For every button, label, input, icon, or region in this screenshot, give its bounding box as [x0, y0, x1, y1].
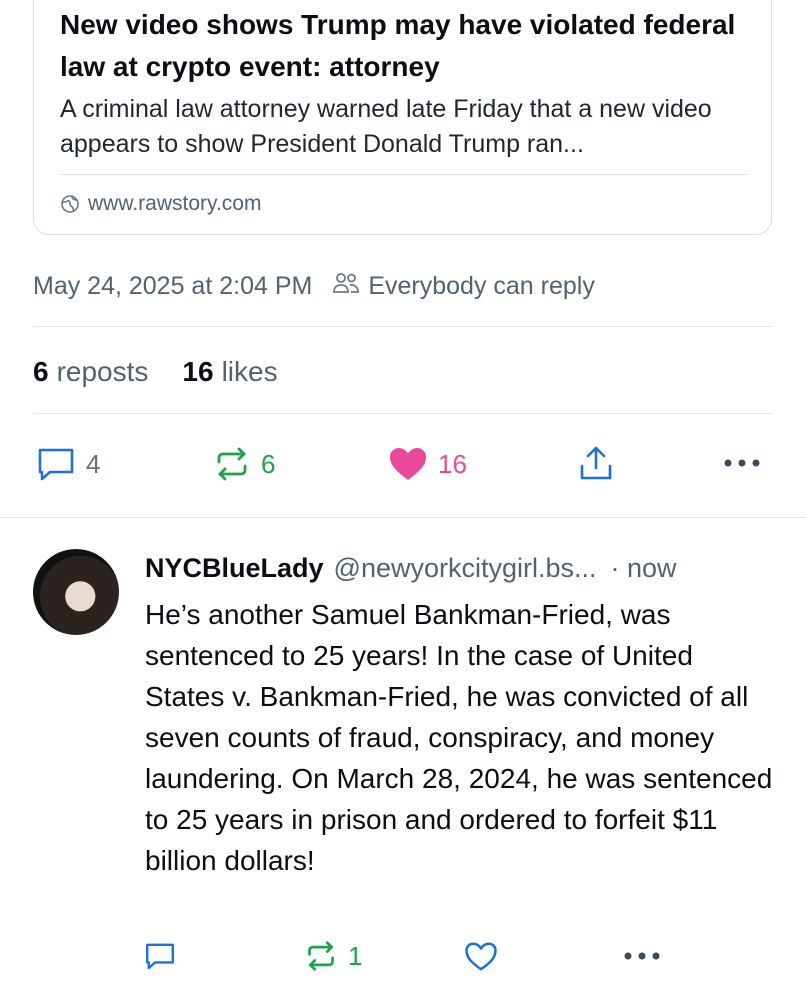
like-count: 16 — [438, 448, 467, 479]
likes-count: 16 — [182, 356, 214, 387]
engagement-counts: 6 reposts 16 likes — [33, 352, 278, 392]
author-handle[interactable]: @newyorkcitygirl.bs... — [334, 553, 597, 584]
reply-setting-label: Everybody can reply — [368, 271, 595, 300]
heart-icon — [388, 446, 428, 482]
repost-arrows-icon — [213, 446, 251, 482]
reply-button[interactable] — [144, 940, 176, 972]
comment-bubble-icon — [36, 446, 76, 482]
link-card-divider — [60, 174, 748, 175]
repost-arrows-icon — [304, 940, 338, 972]
reposts-count: 6 — [33, 356, 49, 387]
reposts-label: reposts — [56, 356, 149, 387]
heart-icon — [464, 941, 498, 972]
ellipsis-icon — [722, 453, 762, 473]
like-button[interactable]: 16 — [388, 446, 467, 482]
comment-bubble-icon — [144, 940, 176, 972]
like-button[interactable] — [464, 941, 498, 972]
avatar[interactable] — [33, 549, 119, 635]
repost-button[interactable]: 1 — [304, 940, 362, 972]
share-upload-icon — [578, 444, 614, 482]
divider — [33, 413, 773, 414]
repost-button[interactable]: 6 — [213, 446, 275, 482]
link-card-title[interactable]: New video shows Trump may have violated … — [60, 4, 760, 88]
repost-count: 1 — [348, 940, 363, 971]
divider — [33, 326, 773, 327]
more-options-button[interactable] — [622, 946, 662, 966]
repost-count: 6 — [261, 448, 276, 479]
likes-count-link[interactable]: 16 likes — [182, 356, 277, 388]
post-timestamp: May 24, 2025 at 2:04 PM — [33, 271, 313, 300]
likes-label: likes — [221, 356, 278, 387]
post-time[interactable]: · now — [611, 553, 677, 584]
post-meta: May 24, 2025 at 2:04 PM Everybody can re… — [33, 266, 595, 306]
reply-button[interactable]: 4 — [36, 446, 100, 482]
reply-setting[interactable]: Everybody can reply — [332, 271, 595, 302]
link-card-domain-text: www.rawstory.com — [88, 192, 262, 215]
globe-icon — [60, 194, 80, 214]
reply-post-header: NYCBlueLady @newyorkcitygirl.bs... · now — [145, 548, 785, 588]
reply-post-text: He’s another Samuel Bankman-Fried, was s… — [145, 599, 773, 876]
ellipsis-icon — [622, 946, 662, 966]
reply-count: 4 — [86, 448, 101, 479]
author-display-name[interactable]: NYCBlueLady — [145, 553, 324, 584]
link-card-domain[interactable]: www.rawstory.com — [60, 189, 261, 219]
link-card-description: A criminal law attorney warned late Frid… — [60, 95, 712, 158]
post-divider — [0, 517, 806, 518]
share-button[interactable] — [578, 444, 614, 482]
people-icon — [332, 271, 360, 302]
reposts-count-link[interactable]: 6 reposts — [33, 356, 148, 388]
more-options-button[interactable] — [722, 453, 762, 473]
